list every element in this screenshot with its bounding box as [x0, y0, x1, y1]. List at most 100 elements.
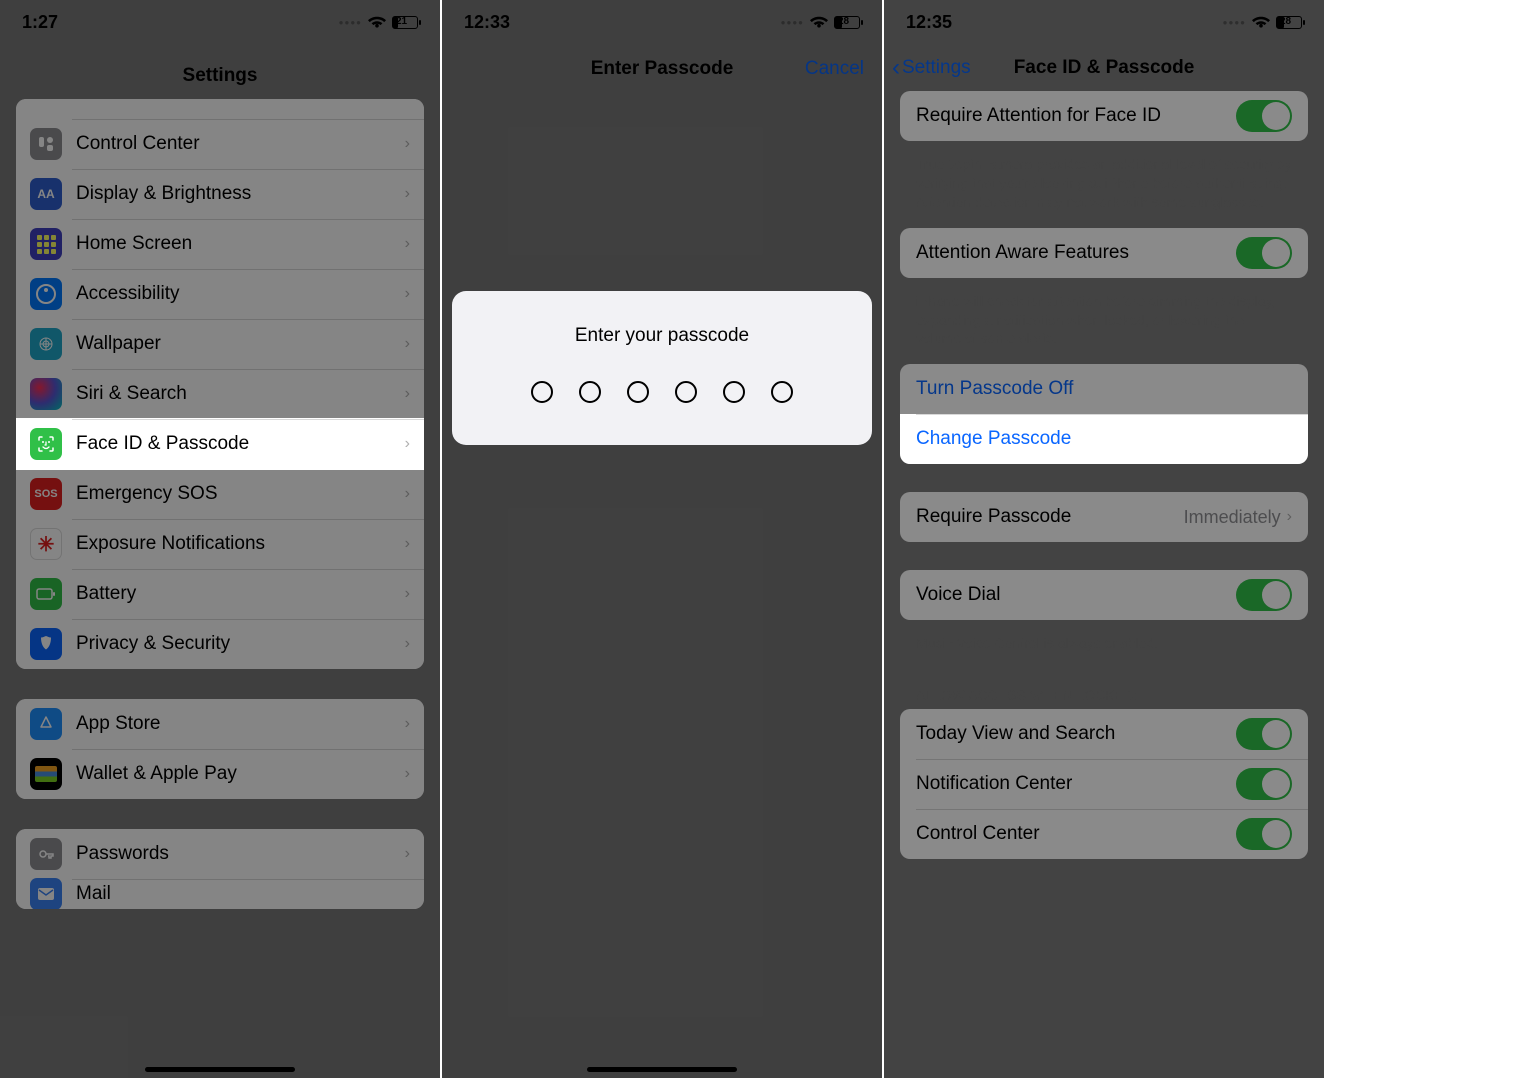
battery-settings-icon — [30, 578, 62, 610]
passcode-dot — [579, 381, 601, 403]
nav-title: Enter Passcode — [591, 58, 734, 80]
row-voice-dial[interactable]: Voice Dial — [900, 570, 1308, 620]
passcode-dots[interactable] — [472, 381, 852, 403]
settings-row-wallet[interactable]: Wallet & Apple Pay › — [16, 749, 424, 799]
home-indicator[interactable] — [587, 1067, 737, 1072]
toggle-switch[interactable] — [1236, 818, 1292, 850]
row-today-view[interactable]: Today View and Search — [900, 709, 1308, 759]
wallet-icon — [30, 758, 62, 790]
settings-row-control-center[interactable]: Control Center › — [16, 119, 424, 169]
row-label: Passwords — [76, 843, 405, 865]
exposure-icon: ✳︎ — [30, 528, 62, 560]
settings-row-passwords[interactable]: Passwords › — [16, 829, 424, 879]
settings-group: App Store › Wallet & Apple Pay › — [16, 699, 424, 799]
settings-row-battery[interactable]: Battery › — [16, 569, 424, 619]
passwords-icon — [30, 838, 62, 870]
settings-card: Voice Dial — [900, 570, 1308, 620]
row-label: Wallpaper — [76, 333, 405, 355]
passcode-dot — [723, 381, 745, 403]
nav-bar: Enter Passcode Cancel — [442, 45, 882, 93]
settings-row-exposure[interactable]: ✳︎ Exposure Notifications › — [16, 519, 424, 569]
settings-row-home-screen[interactable]: Home Screen › — [16, 219, 424, 269]
passcode-dot — [531, 381, 553, 403]
settings-group: Passwords › Mail — [16, 829, 424, 909]
chevron-right-icon: › — [405, 185, 410, 203]
wifi-icon — [368, 16, 386, 30]
chevron-right-icon: › — [405, 385, 410, 403]
back-label: Settings — [902, 57, 971, 79]
row-label: Exposure Notifications — [76, 533, 405, 555]
toggle-switch[interactable] — [1236, 768, 1292, 800]
chevron-right-icon: › — [405, 715, 410, 733]
settings-row-mail[interactable]: Mail — [16, 879, 424, 909]
section-header: ALLOW ACCESS WHEN LOCKED: — [900, 669, 1308, 709]
status-time: 1:27 — [22, 12, 58, 33]
settings-row-accessibility[interactable]: Accessibility › — [16, 269, 424, 319]
nav-title: Face ID & Passcode — [1014, 57, 1195, 79]
settings-row-face-id-passcode[interactable]: Face ID & Passcode › — [16, 419, 424, 469]
chevron-right-icon: › — [405, 435, 410, 453]
settings-row-siri[interactable]: Siri & Search › — [16, 369, 424, 419]
battery-status-icon: 28 — [834, 16, 860, 29]
row-label: Mail — [76, 883, 410, 905]
display-brightness-icon: AA — [30, 178, 62, 210]
settings-row-emergency-sos[interactable]: SOS Emergency SOS › — [16, 469, 424, 519]
chevron-right-icon: › — [405, 535, 410, 553]
row-label: Display & Brightness — [76, 183, 405, 205]
row-label: Attention Aware Features — [916, 242, 1236, 264]
footer-text: iPhone will check for attention before d… — [900, 286, 1308, 365]
face-id-icon — [30, 428, 62, 460]
row-control-center[interactable]: Control Center — [900, 809, 1308, 859]
row-label: Control Center — [916, 823, 1236, 845]
row-label: Notification Center — [916, 773, 1236, 795]
row-label: Face ID & Passcode — [76, 433, 405, 455]
chevron-right-icon: › — [405, 235, 410, 253]
sos-icon: SOS — [30, 478, 62, 510]
toggle-switch[interactable] — [1236, 100, 1292, 132]
row-turn-passcode-off[interactable]: Turn Passcode Off — [900, 364, 1308, 414]
settings-group: Control Center › AA Display & Brightness… — [16, 99, 424, 669]
row-label: Control Center — [76, 133, 405, 155]
chevron-right-icon: › — [1287, 508, 1292, 526]
toggle-switch[interactable] — [1236, 237, 1292, 269]
row-label: Battery — [76, 583, 405, 605]
row-label: Accessibility — [76, 283, 405, 305]
passcode-dot — [675, 381, 697, 403]
settings-row-display-brightness[interactable]: AA Display & Brightness › — [16, 169, 424, 219]
row-value: Immediately — [1184, 507, 1281, 528]
control-center-icon — [30, 128, 62, 160]
chevron-right-icon: › — [405, 135, 410, 153]
nav-bar: ‹ Settings Face ID & Passcode — [884, 45, 1324, 91]
cellular-dots-icon: ●●●● — [781, 18, 804, 27]
chevron-right-icon: › — [405, 765, 410, 783]
modal-title: Enter your passcode — [472, 325, 852, 347]
cellular-dots-icon: ●●●● — [1223, 18, 1246, 27]
settings-row-wallpaper[interactable]: Wallpaper › — [16, 319, 424, 369]
row-label: App Store — [76, 713, 405, 735]
mail-icon — [30, 878, 62, 909]
settings-row-appstore[interactable]: App Store › — [16, 699, 424, 749]
cancel-button[interactable]: Cancel — [805, 58, 864, 80]
row-label: Turn Passcode Off — [916, 378, 1292, 400]
accessibility-icon — [30, 278, 62, 310]
row-label: Privacy & Security — [76, 633, 405, 655]
toggle-switch[interactable] — [1236, 718, 1292, 750]
chevron-right-icon: › — [405, 485, 410, 503]
back-button[interactable]: ‹ Settings — [892, 56, 971, 80]
toggle-switch[interactable] — [1236, 579, 1292, 611]
wifi-icon — [1252, 16, 1270, 30]
battery-status-icon: 28 — [1276, 16, 1302, 29]
row-change-passcode[interactable]: Change Passcode — [900, 414, 1308, 464]
home-indicator[interactable] — [145, 1067, 295, 1072]
row-attention-aware[interactable]: Attention Aware Features — [900, 228, 1308, 278]
status-time: 12:35 — [906, 12, 952, 33]
row-notification-center[interactable]: Notification Center — [900, 759, 1308, 809]
row-require-passcode[interactable]: Require Passcode Immediately › — [900, 492, 1308, 542]
row-require-attention[interactable]: Require Attention for Face ID — [900, 91, 1308, 141]
passcode-modal: Enter your passcode — [452, 291, 872, 445]
wifi-icon — [810, 16, 828, 30]
settings-row-privacy[interactable]: Privacy & Security › — [16, 619, 424, 669]
privacy-icon — [30, 628, 62, 660]
settings-card: Require Passcode Immediately › — [900, 492, 1308, 542]
chevron-right-icon: › — [405, 585, 410, 603]
